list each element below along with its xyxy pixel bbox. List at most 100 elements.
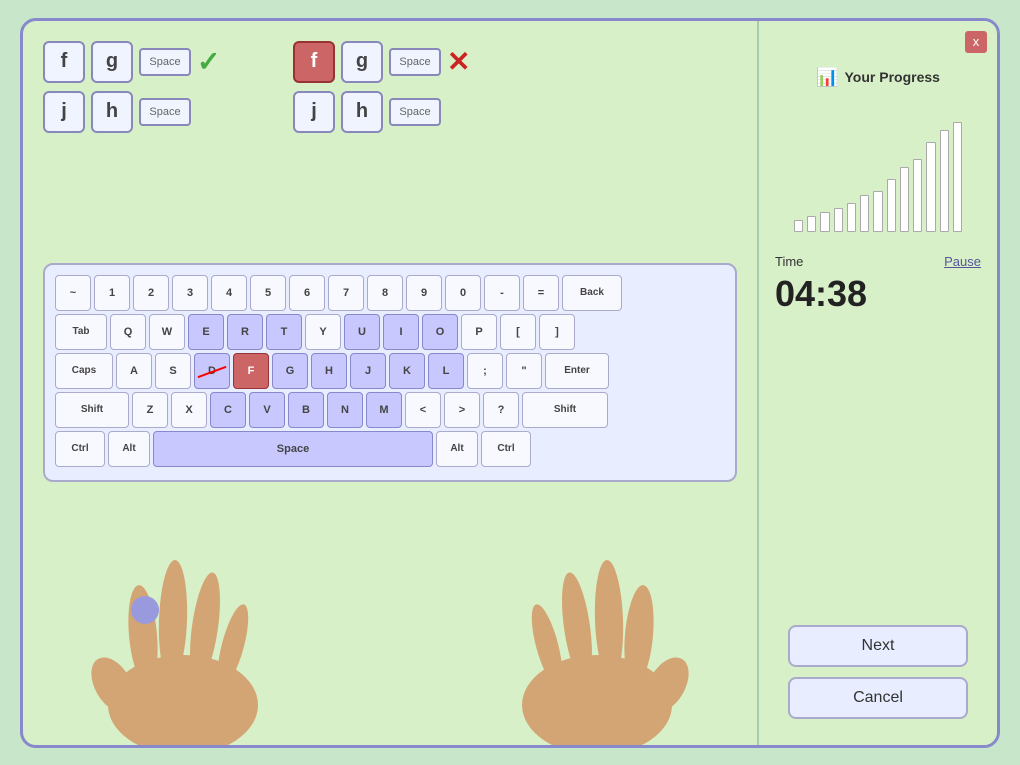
kb-key-t[interactable]: T [266, 314, 302, 350]
kb-key-b[interactable]: B [288, 392, 324, 428]
seq-key-j1: j [43, 91, 85, 133]
seq-row-1-current: f g Space ✕ [293, 41, 470, 83]
kb-key-comma[interactable]: < [405, 392, 441, 428]
kb-key-semicolon[interactable]: ; [467, 353, 503, 389]
close-button[interactable]: x [965, 31, 987, 53]
kb-key-space[interactable]: Space [153, 431, 433, 467]
kb-key-rbracket[interactable]: ] [539, 314, 575, 350]
kb-key-5[interactable]: 5 [250, 275, 286, 311]
seq-row-2-current: j h Space [293, 91, 470, 133]
bar-8 [900, 167, 909, 232]
kb-key-j[interactable]: J [350, 353, 386, 389]
kb-key-lshift[interactable]: Shift [55, 392, 129, 428]
kb-key-period[interactable]: > [444, 392, 480, 428]
kb-key-v[interactable]: V [249, 392, 285, 428]
kb-key-caps[interactable]: Caps [55, 353, 113, 389]
bar-11 [940, 130, 949, 232]
progress-title: 📊 Your Progress [816, 67, 940, 88]
kb-key-x[interactable]: X [171, 392, 207, 428]
right-hand-svg [467, 535, 717, 745]
right-panel: x 📊 Your Progress Time Pause 04:38 Next … [757, 21, 997, 745]
kb-key-n[interactable]: N [327, 392, 363, 428]
cancel-button[interactable]: Cancel [788, 677, 968, 719]
kb-key-rshift[interactable]: Shift [522, 392, 608, 428]
kb-key-lctrl[interactable]: Ctrl [55, 431, 105, 467]
next-button[interactable]: Next [788, 625, 968, 667]
kb-key-2[interactable]: 2 [133, 275, 169, 311]
seq-key-space3: Space [389, 98, 441, 126]
kb-key-rctrl[interactable]: Ctrl [481, 431, 531, 467]
bar-6 [873, 191, 882, 232]
kb-key-e[interactable]: E [188, 314, 224, 350]
kb-key-d[interactable]: D [194, 353, 230, 389]
kb-key-u[interactable]: U [344, 314, 380, 350]
kb-key-lbracket[interactable]: [ [500, 314, 536, 350]
kb-key-f[interactable]: F [233, 353, 269, 389]
kb-key-ralt[interactable]: Alt [436, 431, 478, 467]
kb-key-enter[interactable]: Enter [545, 353, 609, 389]
kb-row-shift: Shift Z X C V B N M < > ? Shift [55, 392, 725, 428]
kb-row-qwerty: Tab Q W E R T Y U I O P [ ] [55, 314, 725, 350]
time-label: Time [775, 254, 803, 269]
bar-1 [807, 216, 816, 232]
bar-9 [913, 159, 922, 232]
kb-key-0[interactable]: 0 [445, 275, 481, 311]
seq-key-f-active: f [293, 41, 335, 83]
kb-key-g[interactable]: G [272, 353, 308, 389]
kb-key-s[interactable]: S [155, 353, 191, 389]
kb-key-4[interactable]: 4 [211, 275, 247, 311]
kb-key-8[interactable]: 8 [367, 275, 403, 311]
bar-chart [788, 98, 968, 238]
bar-7 [887, 179, 896, 232]
seq-key-space1: Space [139, 48, 191, 76]
seq-key-g-current: g [341, 41, 383, 83]
kb-key-tilde[interactable]: ~ [55, 275, 91, 311]
kb-key-k[interactable]: K [389, 353, 425, 389]
finger-dot-left [131, 596, 159, 624]
kb-row-bottom: Ctrl Alt Space Alt Ctrl [55, 431, 725, 467]
bar-2 [820, 212, 829, 232]
kb-key-equals[interactable]: = [523, 275, 559, 311]
pause-button[interactable]: Pause [944, 254, 981, 269]
seq-key-j-current: j [293, 91, 335, 133]
hands-area [43, 492, 737, 745]
seq-key-space2: Space [139, 98, 191, 126]
time-header: Time Pause [775, 254, 981, 269]
check-icon: ✓ [197, 45, 220, 78]
kb-key-y[interactable]: Y [305, 314, 341, 350]
kb-key-r[interactable]: R [227, 314, 263, 350]
kb-key-6[interactable]: 6 [289, 275, 325, 311]
kb-key-z[interactable]: Z [132, 392, 168, 428]
kb-key-quote[interactable]: " [506, 353, 542, 389]
bar-4 [847, 203, 856, 232]
kb-key-i[interactable]: I [383, 314, 419, 350]
kb-key-h[interactable]: H [311, 353, 347, 389]
kb-key-m[interactable]: M [366, 392, 402, 428]
kb-key-w[interactable]: W [149, 314, 185, 350]
progress-label: Your Progress [844, 69, 939, 85]
kb-key-lalt[interactable]: Alt [108, 431, 150, 467]
kb-key-l[interactable]: L [428, 353, 464, 389]
kb-key-backspace[interactable]: Back [562, 275, 622, 311]
main-container: f g Space ✓ j h Space f g Space ✕ j h [20, 18, 1000, 748]
kb-key-9[interactable]: 9 [406, 275, 442, 311]
seq-key-h-current: h [341, 91, 383, 133]
time-section: Time Pause 04:38 [775, 254, 981, 315]
kb-key-3[interactable]: 3 [172, 275, 208, 311]
kb-key-a[interactable]: A [116, 353, 152, 389]
kb-key-p[interactable]: P [461, 314, 497, 350]
kb-key-slash[interactable]: ? [483, 392, 519, 428]
bar-0 [794, 220, 803, 232]
kb-key-1[interactable]: 1 [94, 275, 130, 311]
keyboard-container: ~ 1 2 3 4 5 6 7 8 9 0 - = Back Tab Q W E [43, 263, 737, 482]
kb-key-minus[interactable]: - [484, 275, 520, 311]
kb-key-7[interactable]: 7 [328, 275, 364, 311]
cross-icon: ✕ [447, 45, 470, 78]
kb-key-tab[interactable]: Tab [55, 314, 107, 350]
seq-key-h1: h [91, 91, 133, 133]
kb-row-asdf: Caps A S D F G H J K L ; " Enter [55, 353, 725, 389]
kb-key-c[interactable]: C [210, 392, 246, 428]
kb-key-o[interactable]: O [422, 314, 458, 350]
kb-key-q[interactable]: Q [110, 314, 146, 350]
bar-10 [926, 142, 935, 232]
